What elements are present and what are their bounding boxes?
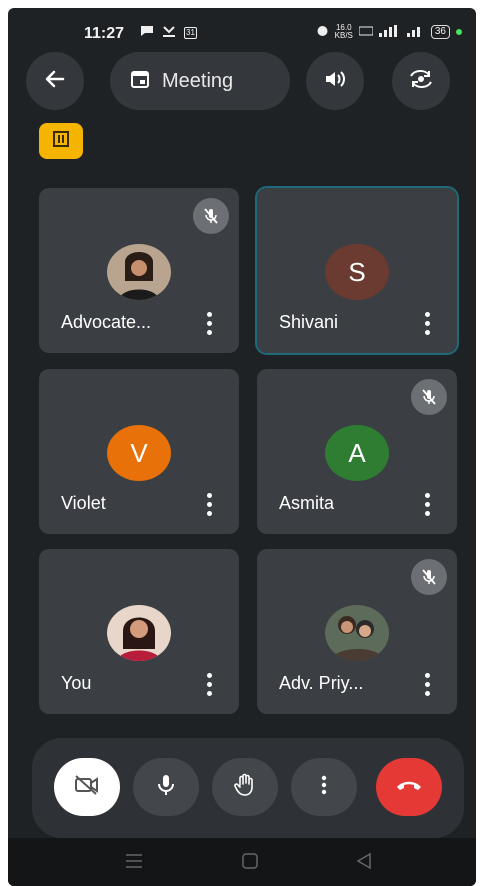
participant-tile[interactable]: Adv. Priy...	[257, 549, 457, 714]
more-vert-icon	[321, 775, 327, 800]
status-time: 11:27	[84, 25, 125, 42]
avatar-photo	[107, 244, 171, 300]
end-call-button[interactable]	[376, 758, 442, 816]
participant-name: Shivani	[279, 312, 339, 332]
participant-name: You	[61, 673, 92, 693]
home-button[interactable]	[240, 852, 260, 875]
network-speed: 16.0 KB/S	[334, 23, 353, 40]
door-icon	[51, 130, 71, 153]
avatar-letter: A	[325, 425, 389, 481]
participant-name: Advocate...	[61, 312, 152, 332]
participant-tile[interactable]: V Violet	[39, 369, 239, 534]
more-options-button[interactable]	[291, 758, 357, 816]
participant-tile[interactable]: Advocate...	[39, 188, 239, 353]
signal-icon-2	[406, 25, 425, 40]
participant-tile[interactable]: You	[39, 549, 239, 714]
meeting-title-pill[interactable]: Meeting	[110, 52, 290, 110]
recents-button[interactable]	[124, 852, 144, 875]
more-options-button[interactable]	[425, 493, 431, 516]
participant-name: Adv. Priy...	[279, 673, 364, 693]
status-bar: 11:27 31 16.0 KB/S 36	[8, 8, 476, 58]
missed-call-icon	[162, 24, 176, 42]
mic-toggle-button[interactable]	[133, 758, 199, 816]
avatar-photo	[325, 605, 389, 661]
raise-hand-button[interactable]	[212, 758, 278, 816]
chat-icon	[140, 24, 154, 42]
privacy-dot	[456, 29, 462, 35]
alarm-icon	[316, 24, 329, 40]
signal-icon	[378, 24, 401, 40]
mic-icon	[156, 773, 176, 802]
volte-icon	[358, 25, 374, 40]
participant-tile[interactable]: S Shivani	[255, 186, 459, 355]
back-nav-button[interactable]	[354, 852, 374, 875]
calendar-event-icon	[130, 69, 150, 94]
participant-name: Violet	[61, 493, 106, 513]
battery-indicator: 36	[430, 25, 450, 39]
more-options-button[interactable]	[425, 312, 431, 335]
arrow-left-icon	[43, 67, 67, 96]
hand-icon	[234, 773, 256, 802]
status-icons-left: 31	[140, 24, 197, 42]
switch-camera-button[interactable]	[392, 52, 450, 110]
more-options-button[interactable]	[207, 493, 213, 516]
muted-mic-icon	[411, 559, 447, 595]
audio-output-button[interactable]	[306, 52, 364, 110]
participant-name: Asmita	[279, 493, 335, 513]
back-button[interactable]	[26, 52, 84, 110]
host-controls-badge[interactable]	[39, 123, 83, 159]
calendar-icon: 31	[184, 27, 197, 39]
hang-up-icon	[395, 778, 423, 797]
status-icons-right: 16.0 KB/S 36	[316, 24, 462, 40]
camera-off-icon	[73, 774, 101, 801]
meeting-title: Meeting	[162, 69, 234, 92]
more-options-button[interactable]	[207, 312, 213, 335]
phone-screen: 11:27 31 16.0 KB/S 36 Meeting Advocate..…	[8, 8, 476, 886]
flip-camera-icon	[408, 68, 434, 95]
avatar-photo	[107, 605, 171, 661]
muted-mic-icon	[411, 379, 447, 415]
more-options-button[interactable]	[207, 673, 213, 696]
speaker-icon	[323, 67, 347, 96]
muted-mic-icon	[193, 198, 229, 234]
more-options-button[interactable]	[425, 673, 431, 696]
camera-toggle-button[interactable]	[54, 758, 120, 816]
participant-tile[interactable]: A Asmita	[257, 369, 457, 534]
system-navigation-bar	[8, 838, 476, 886]
call-controls-bar	[32, 738, 464, 838]
avatar-letter: V	[107, 425, 171, 481]
avatar-letter: S	[325, 244, 389, 300]
